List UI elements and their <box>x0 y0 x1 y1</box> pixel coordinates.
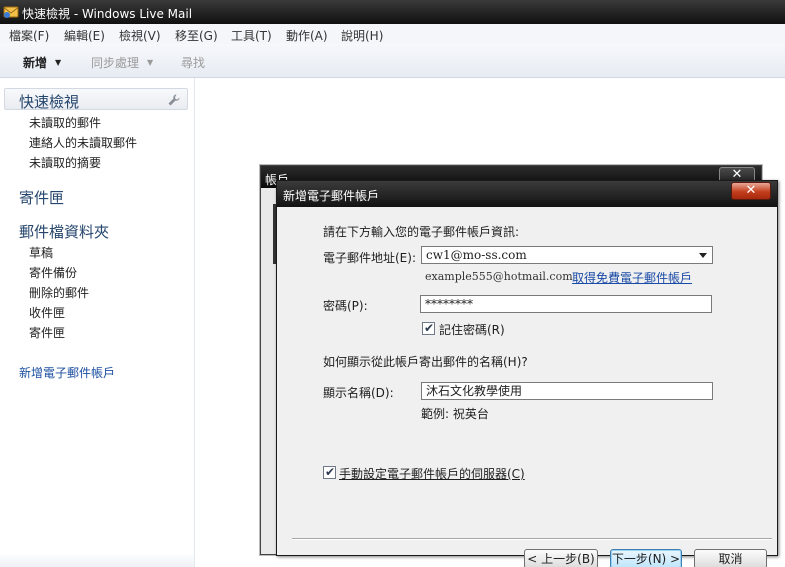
manual-server-label[interactable]: 手動設定電子郵件帳戶的伺服器(C) <box>339 465 525 482</box>
back-button[interactable]: < 上一步(B) <box>524 549 598 567</box>
display-name-question: 如何顯示從此帳戶寄出郵件的名稱(H)? <box>323 355 528 369</box>
window-title: 快速檢視 - Windows Live Mail <box>22 7 193 21</box>
display-name-label: 顯示名稱(D): <box>323 386 394 400</box>
sidebar-item-sent[interactable]: 寄件備份 <box>29 264 77 281</box>
remember-password-checkbox[interactable]: ✔ <box>422 321 435 335</box>
toolbar: 新增 ▼ 同步處理 ▼ 尋找 <box>0 44 785 78</box>
email-combobox[interactable]: cw1@mo-ss.com <box>421 246 713 264</box>
dialog-title: 新增電子郵件帳戶 <box>283 189 380 203</box>
check-icon: ✔ <box>325 465 336 479</box>
chevron-down-icon: ▼ <box>147 58 154 67</box>
wrench-icon[interactable] <box>167 93 181 107</box>
intro-text: 請在下方輸入您的電子郵件帳戶資訊: <box>323 225 520 239</box>
find-button[interactable]: 尋找 <box>181 54 205 71</box>
menu-bar: 檔案(F) 編輯(E) 檢視(V) 移至(G) 工具(T) 動作(A) 說明(H… <box>0 24 785 44</box>
next-button[interactable]: 下一步(N) > <box>610 549 682 567</box>
menu-tools[interactable]: 工具(T) <box>231 27 272 44</box>
sidebar-item-deleted[interactable]: 刪除的郵件 <box>29 284 89 301</box>
window-titlebar: 快速檢視 - Windows Live Mail <box>0 0 785 24</box>
sync-button-label: 同步處理 <box>91 56 140 70</box>
sync-button[interactable]: 同步處理 ▼ <box>91 54 153 71</box>
sidebar-item-unread-from-contacts[interactable]: 連絡人的未讀取郵件 <box>29 134 137 151</box>
password-field[interactable]: ******** <box>420 295 712 313</box>
sidebar-item-unread-mail[interactable]: 未讀取的郵件 <box>29 114 101 131</box>
windows-live-mail-icon <box>3 6 19 18</box>
email-label: 電子郵件地址(E): <box>323 251 416 265</box>
sidebar-item-unread-feeds[interactable]: 未讀取的摘要 <box>29 154 101 171</box>
sidebar-item-inbox[interactable]: 收件匣 <box>29 304 65 321</box>
manual-server-checkbox[interactable]: ✔ <box>323 465 336 479</box>
chevron-down-icon: ▼ <box>55 58 62 67</box>
quick-views-header[interactable]: 快速檢視 <box>4 88 188 111</box>
email-example: example555@hotmail.com <box>425 270 573 283</box>
check-icon: ✔ <box>424 321 435 335</box>
menu-file[interactable]: 檔案(F) <box>9 27 49 44</box>
sidebar-item-outbox[interactable]: 寄件匣 <box>29 324 65 341</box>
display-name-example: 範例: 祝英台 <box>421 407 489 421</box>
menu-help[interactable]: 說明(H) <box>341 27 383 44</box>
menu-actions[interactable]: 動作(A) <box>286 27 328 44</box>
menu-view[interactable]: 檢視(V) <box>119 27 161 44</box>
sidebar-item-drafts[interactable]: 草稿 <box>29 244 53 261</box>
sidebar-footer <box>0 553 194 567</box>
dialog-body: 請在下方輸入您的電子郵件帳戶資訊: 電子郵件地址(E): cw1@mo-ss.c… <box>282 207 772 567</box>
free-account-link[interactable]: 取得免費電子郵件帳戶 <box>572 269 692 286</box>
add-email-account-dialog: 新增電子郵件帳戶 ✕ 請在下方輸入您的電子郵件帳戶資訊: 電子郵件地址(E): … <box>276 180 778 567</box>
sidebar-item-outbox-top[interactable]: 寄件匣 <box>19 187 64 208</box>
storage-folders-title[interactable]: 郵件檔資料夾 <box>19 221 109 242</box>
quick-views-title: 快速檢視 <box>19 93 80 111</box>
remember-password-label[interactable]: 記住密碼(R) <box>439 321 505 338</box>
dialog-separator <box>292 538 772 540</box>
sidebar: 快速檢視 未讀取的郵件 連絡人的未讀取郵件 未讀取的摘要 寄件匣 郵件檔資料夾 … <box>0 78 195 567</box>
email-value: cw1@mo-ss.com <box>426 248 527 262</box>
menu-go[interactable]: 移至(G) <box>175 27 218 44</box>
chevron-down-icon[interactable] <box>699 253 707 258</box>
menu-edit[interactable]: 編輯(E) <box>64 27 105 44</box>
close-icon[interactable]: ✕ <box>731 182 771 200</box>
password-label: 密碼(P): <box>323 299 368 313</box>
new-button[interactable]: 新增 ▼ <box>23 54 61 71</box>
dialog-titlebar: 新增電子郵件帳戶 ✕ <box>277 181 777 207</box>
cancel-button[interactable]: 取消 <box>694 549 767 567</box>
new-button-label: 新增 <box>23 56 48 70</box>
display-name-field[interactable]: 沐石文化教學使用 <box>421 382 713 400</box>
add-email-account-link[interactable]: 新增電子郵件帳戶 <box>19 364 115 381</box>
